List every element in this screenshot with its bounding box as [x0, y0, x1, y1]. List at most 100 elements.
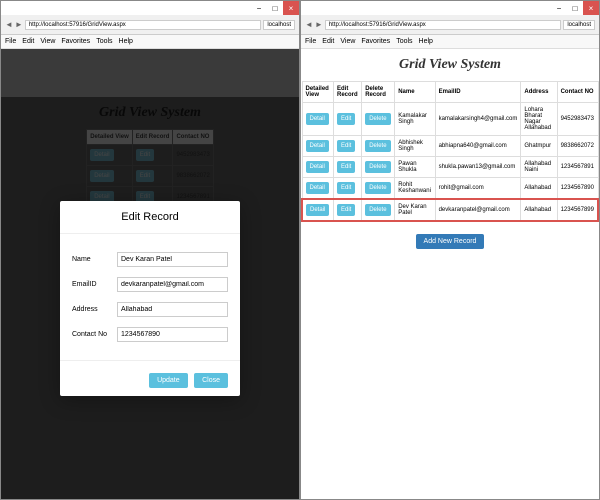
address-bar: ◄ ► http://localhost:57916/GridView.aspx… [301, 15, 599, 35]
cell-contact: 1234567899 [557, 199, 598, 221]
cell-name: Kamalakar Singh [395, 103, 435, 136]
menu-edit[interactable]: Edit [322, 38, 334, 45]
cell-contact: 1234567891 [557, 157, 598, 178]
table-row: Detail Edit Delete Rohit Keshanwani rohi… [302, 178, 598, 200]
col-address: Address [521, 82, 557, 103]
cell-name: Rohit Keshanwani [395, 178, 435, 200]
address-input[interactable] [117, 302, 228, 317]
close-button[interactable]: × [583, 1, 599, 15]
delete-button[interactable]: Delete [365, 113, 390, 125]
cell-email: abhiapna640@gmail.com [435, 136, 521, 157]
url-field[interactable]: http://localhost:57916/GridView.aspx [325, 20, 561, 30]
cell-contact: 9452983473 [557, 103, 598, 136]
url-field[interactable]: http://localhost:57916/GridView.aspx [25, 20, 261, 30]
cell-name: Pawan Shukla [395, 157, 435, 178]
cell-email: rohit@gmail.com [435, 178, 521, 200]
detail-button[interactable]: Detail [306, 204, 329, 216]
modal-title: Edit Record [60, 201, 240, 234]
browser-tab[interactable]: localhost [563, 20, 595, 30]
menu-edit[interactable]: Edit [22, 38, 34, 45]
page-content: Grid View System Detailed View Edit Reco… [1, 49, 299, 499]
add-new-record-button[interactable]: Add New Record [416, 234, 485, 249]
data-grid: Detailed View Edit Record Delete Record … [301, 81, 599, 222]
nav-forward-icon[interactable]: ► [315, 20, 323, 29]
maximize-button[interactable]: □ [267, 1, 283, 15]
cell-email: kamalakarsingh4@gmail.com [435, 103, 521, 136]
col-detail: Detailed View [302, 82, 333, 103]
cell-address: Allahabad Naini [521, 157, 557, 178]
modal-overlay[interactable]: Edit Record Name EmailID Address [1, 97, 299, 499]
page-title: Grid View System [301, 49, 599, 81]
nav-back-icon[interactable]: ◄ [305, 20, 313, 29]
detail-button[interactable]: Detail [306, 182, 329, 194]
col-email: EmailID [435, 82, 521, 103]
browser-window-left: − □ × ◄ ► http://localhost:57916/GridVie… [0, 0, 300, 500]
menu-tools[interactable]: Tools [396, 38, 412, 45]
cell-email: devkaranpatel@gmail.com [435, 199, 521, 221]
email-label: EmailID [72, 281, 117, 288]
cell-address: Allahabad [521, 199, 557, 221]
edit-button[interactable]: Edit [337, 140, 355, 152]
nav-forward-icon[interactable]: ► [15, 20, 23, 29]
detail-button[interactable]: Detail [306, 113, 329, 125]
delete-button[interactable]: Delete [365, 182, 390, 194]
col-contact: Contact NO [557, 82, 598, 103]
cell-address: Allahabad [521, 178, 557, 200]
titlebar: − □ × [1, 1, 299, 15]
contact-label: Contact No [72, 331, 117, 338]
close-modal-button[interactable]: Close [194, 373, 228, 388]
menu-file[interactable]: File [305, 38, 316, 45]
email-input[interactable] [117, 277, 228, 292]
menu-favorites[interactable]: Favorites [361, 38, 390, 45]
edit-button[interactable]: Edit [337, 113, 355, 125]
detail-button[interactable]: Detail [306, 161, 329, 173]
address-bar: ◄ ► http://localhost:57916/GridView.aspx… [1, 15, 299, 35]
table-row-highlighted: Detail Edit Delete Dev Karan Patel devka… [302, 199, 598, 221]
col-delete: Delete Record [362, 82, 395, 103]
detail-button[interactable]: Detail [306, 140, 329, 152]
cell-address: Ghatmpur [521, 136, 557, 157]
browser-window-right: − □ × ◄ ► http://localhost:57916/GridVie… [300, 0, 600, 500]
name-input[interactable] [117, 252, 228, 267]
titlebar: − □ × [301, 1, 599, 15]
table-header-row: Detailed View Edit Record Delete Record … [302, 82, 598, 103]
edit-modal: Edit Record Name EmailID Address [60, 201, 240, 396]
col-edit: Edit Record [333, 82, 361, 103]
browser-tab[interactable]: localhost [263, 20, 295, 30]
name-label: Name [72, 256, 117, 263]
menu-bar: File Edit View Favorites Tools Help [1, 35, 299, 49]
table-row: Detail Edit Delete Abhishek Singh abhiap… [302, 136, 598, 157]
page-content: Grid View System Detailed View Edit Reco… [301, 49, 599, 499]
delete-button[interactable]: Delete [365, 161, 390, 173]
edit-button[interactable]: Edit [337, 204, 355, 216]
cell-address: Lohara Bharat Nagar Allahabad [521, 103, 557, 136]
delete-button[interactable]: Delete [365, 140, 390, 152]
edit-button[interactable]: Edit [337, 182, 355, 194]
address-label: Address [72, 306, 117, 313]
minimize-button[interactable]: − [551, 1, 567, 15]
menu-file[interactable]: File [5, 38, 16, 45]
cell-contact: 9838662072 [557, 136, 598, 157]
edit-button[interactable]: Edit [337, 161, 355, 173]
cell-email: shukla.pawan13@gmail.com [435, 157, 521, 178]
menu-view[interactable]: View [340, 38, 355, 45]
update-button[interactable]: Update [149, 373, 188, 388]
menu-bar: File Edit View Favorites Tools Help [301, 35, 599, 49]
minimize-button[interactable]: − [251, 1, 267, 15]
delete-button[interactable]: Delete [365, 204, 390, 216]
table-row: Detail Edit Delete Kamalakar Singh kamal… [302, 103, 598, 136]
menu-help[interactable]: Help [119, 38, 133, 45]
cell-name: Abhishek Singh [395, 136, 435, 157]
close-button[interactable]: × [283, 1, 299, 15]
cell-name: Dev Karan Patel [395, 199, 435, 221]
table-row: Detail Edit Delete Pawan Shukla shukla.p… [302, 157, 598, 178]
col-name: Name [395, 82, 435, 103]
menu-tools[interactable]: Tools [96, 38, 112, 45]
contact-input[interactable] [117, 327, 228, 342]
menu-help[interactable]: Help [419, 38, 433, 45]
menu-view[interactable]: View [40, 38, 55, 45]
cell-contact: 1234567890 [557, 178, 598, 200]
nav-back-icon[interactable]: ◄ [5, 20, 13, 29]
maximize-button[interactable]: □ [567, 1, 583, 15]
menu-favorites[interactable]: Favorites [61, 38, 90, 45]
